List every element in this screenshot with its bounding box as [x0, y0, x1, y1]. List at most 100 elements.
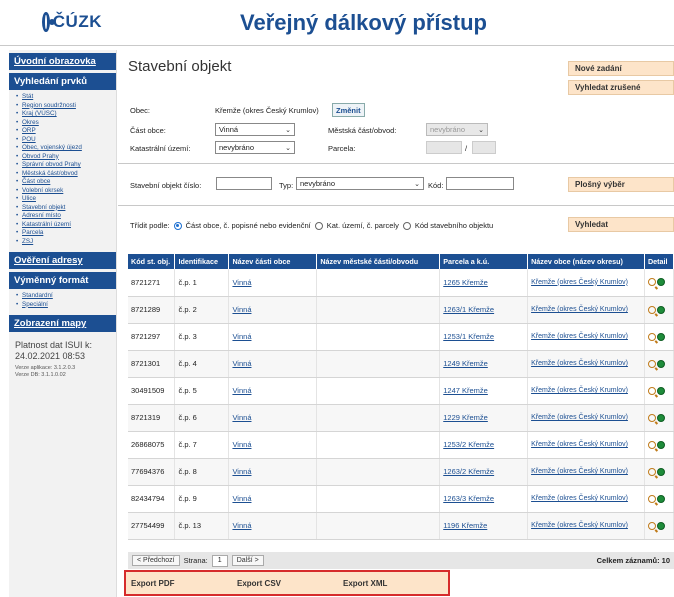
cell-obec-link[interactable]: Křemže (okres Český Krumlov): [527, 431, 645, 459]
kod-input[interactable]: [446, 177, 514, 190]
cell-cast-obce-link[interactable]: Vinná: [228, 458, 318, 486]
sidebar-item[interactable]: Speciální: [16, 301, 116, 310]
cell-obec-link[interactable]: Křemže (okres Český Krumlov): [527, 512, 645, 540]
map-globe-icon[interactable]: [656, 521, 665, 530]
export-xml-button[interactable]: Export XML: [338, 579, 444, 588]
column-header[interactable]: Parcela a k.ú.: [439, 254, 529, 269]
parcela-subnumber-input[interactable]: [472, 141, 496, 154]
mestska-cast-select[interactable]: nevybráno ⌄: [426, 123, 488, 136]
cell-parcela-link[interactable]: 1229 Křemže: [439, 404, 529, 432]
sidebar-item[interactable]: Region soudržnosti: [16, 102, 116, 111]
detail-search-icon[interactable]: [647, 521, 656, 530]
map-globe-icon[interactable]: [656, 467, 665, 476]
sidebar-item[interactable]: Obvod Prahy: [16, 153, 116, 162]
map-globe-icon[interactable]: [656, 278, 665, 287]
cell-parcela-link[interactable]: 1196 Křemže: [439, 512, 529, 540]
map-globe-icon[interactable]: [656, 305, 665, 314]
kat-uzemi-select[interactable]: nevybráno ⌄: [215, 141, 295, 154]
cell-cast-obce-link[interactable]: Vinná: [228, 269, 318, 297]
cuzk-logo[interactable]: ČÚZK: [42, 8, 102, 36]
column-header[interactable]: Název městské části/obvodu: [316, 254, 441, 269]
column-header[interactable]: Název části obce: [228, 254, 318, 269]
sidebar-item[interactable]: Okres: [16, 119, 116, 128]
sidebar-item[interactable]: Standardní: [16, 292, 116, 301]
detail-search-icon[interactable]: [647, 386, 656, 395]
cell-obec-link[interactable]: Křemže (okres Český Krumlov): [527, 269, 645, 297]
column-header[interactable]: Identifikace: [174, 254, 230, 269]
cell-obec-link[interactable]: Křemže (okres Český Krumlov): [527, 296, 645, 324]
so-cislo-input[interactable]: [216, 177, 272, 190]
cell-parcela-link[interactable]: 1249 Křemže: [439, 350, 529, 378]
detail-search-icon[interactable]: [647, 332, 656, 341]
detail-search-icon[interactable]: [647, 305, 656, 314]
cast-obce-select[interactable]: Vinná ⌄: [215, 123, 295, 136]
area-select-button[interactable]: Plošný výběr: [568, 177, 674, 192]
column-header[interactable]: Název obce (název okresu): [527, 254, 645, 269]
column-header[interactable]: Detail: [644, 254, 674, 269]
cell-parcela-link[interactable]: 1265 Křemže: [439, 269, 529, 297]
search-cancelled-button[interactable]: Vyhledat zrušené: [568, 80, 674, 95]
detail-search-icon[interactable]: [647, 278, 656, 287]
cell-obec-link[interactable]: Křemže (okres Český Krumlov): [527, 485, 645, 513]
cell-parcela-link[interactable]: 1253/2 Křemže: [439, 431, 529, 459]
detail-search-icon[interactable]: [647, 440, 656, 449]
cell-parcela-link[interactable]: 1263/3 Křemže: [439, 485, 529, 513]
sidebar-item[interactable]: Městská část/obvod: [16, 170, 116, 179]
detail-search-icon[interactable]: [647, 359, 656, 368]
sidebar-item-stavebni-objekt[interactable]: Stavební objekt: [16, 204, 116, 213]
cell-cast-obce-link[interactable]: Vinná: [228, 512, 318, 540]
cell-obec-link[interactable]: Křemže (okres Český Krumlov): [527, 323, 645, 351]
cell-parcela-link[interactable]: 1253/1 Křemže: [439, 323, 529, 351]
cell-cast-obce-link[interactable]: Vinná: [228, 485, 318, 513]
cell-cast-obce-link[interactable]: Vinná: [228, 323, 318, 351]
detail-search-icon[interactable]: [647, 494, 656, 503]
map-globe-icon[interactable]: [656, 413, 665, 422]
prev-page-button[interactable]: < Předchozí: [132, 555, 180, 566]
sidebar-item[interactable]: Parcela: [16, 229, 116, 238]
sidebar-item[interactable]: Ulice: [16, 195, 116, 204]
map-globe-icon[interactable]: [656, 386, 665, 395]
cell-obec-link[interactable]: Křemže (okres Český Krumlov): [527, 350, 645, 378]
cell-obec-link[interactable]: Křemže (okres Český Krumlov): [527, 458, 645, 486]
cell-cast-obce-link[interactable]: Vinná: [228, 296, 318, 324]
sidebar-home-link[interactable]: Úvodní obrazovka: [9, 53, 116, 70]
cell-parcela-link[interactable]: 1247 Křemže: [439, 377, 529, 405]
export-pdf-button[interactable]: Export PDF: [126, 579, 232, 588]
sidebar-item[interactable]: Stát: [16, 93, 116, 102]
sidebar-item[interactable]: Správní obvod Prahy: [16, 161, 116, 170]
page-input[interactable]: 1: [211, 554, 228, 567]
new-search-button[interactable]: Nové zadání: [568, 61, 674, 76]
sidebar-item[interactable]: POU: [16, 136, 116, 145]
cell-obec-link[interactable]: Křemže (okres Český Krumlov): [527, 404, 645, 432]
sidebar-item[interactable]: Kraj (VÚSC): [16, 110, 116, 119]
sidebar-item[interactable]: ZSJ: [16, 238, 116, 247]
change-button[interactable]: Změnit: [332, 103, 365, 117]
parcela-number-input[interactable]: [426, 141, 462, 154]
sort-radio-kat-uzemi[interactable]: [314, 221, 323, 230]
cell-cast-obce-link[interactable]: Vinná: [228, 404, 318, 432]
sidebar-item[interactable]: Katastrální území: [16, 221, 116, 230]
export-csv-button[interactable]: Export CSV: [232, 579, 338, 588]
cell-obec-link[interactable]: Křemže (okres Český Krumlov): [527, 377, 645, 405]
detail-search-icon[interactable]: [647, 467, 656, 476]
cell-parcela-link[interactable]: 1263/1 Křemže: [439, 296, 529, 324]
sidebar-item[interactable]: Adresní místo: [16, 212, 116, 221]
detail-search-icon[interactable]: [647, 413, 656, 422]
sort-radio-kod[interactable]: [402, 221, 411, 230]
sidebar-item[interactable]: ORP: [16, 127, 116, 136]
next-page-button[interactable]: Další >: [231, 555, 264, 566]
sidebar-item[interactable]: Část obce: [16, 178, 116, 187]
map-globe-icon[interactable]: [656, 359, 665, 368]
map-globe-icon[interactable]: [656, 494, 665, 503]
cell-parcela-link[interactable]: 1263/2 Křemže: [439, 458, 529, 486]
sort-radio-cast-obce[interactable]: [173, 221, 182, 230]
sidebar-item[interactable]: Obec, vojenský újezd: [16, 144, 116, 153]
sidebar-item[interactable]: Volební okrsek: [16, 187, 116, 196]
sidebar-verify-address-link[interactable]: Ověření adresy: [9, 252, 116, 269]
map-globe-icon[interactable]: [656, 440, 665, 449]
sidebar-map-link[interactable]: Zobrazení mapy: [9, 315, 116, 332]
cell-cast-obce-link[interactable]: Vinná: [228, 377, 318, 405]
column-header[interactable]: Kód st. obj.: [128, 254, 176, 269]
map-globe-icon[interactable]: [656, 332, 665, 341]
typ-select[interactable]: nevybráno ⌄: [296, 177, 424, 190]
